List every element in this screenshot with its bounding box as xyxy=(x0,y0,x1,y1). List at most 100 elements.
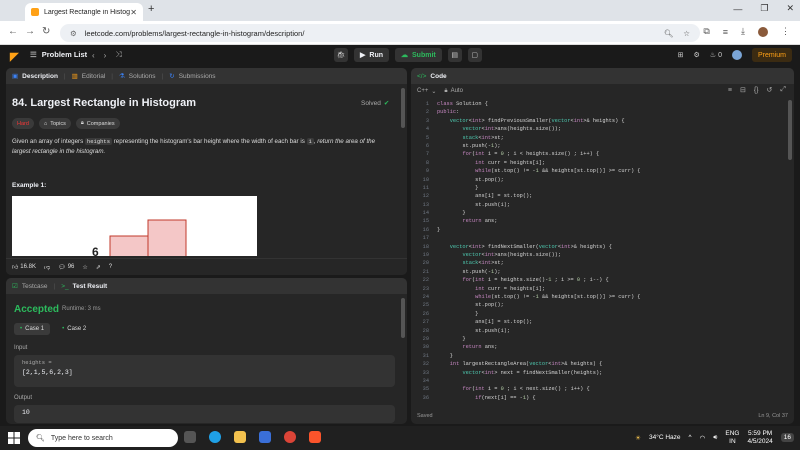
favorite-star-icon[interactable]: ☆ xyxy=(82,264,87,271)
browser-tab[interactable]: Largest Rectangle in Histogram ✕ xyxy=(25,3,143,21)
code-line: 22 for(int i = heights.size()-1 ; i >= 0… xyxy=(411,276,789,284)
run-button[interactable]: ▶ Run xyxy=(354,48,389,62)
show-hidden-icons-icon[interactable]: ^ xyxy=(689,434,692,441)
taskbar-search[interactable]: 🔍︎ Type here to search xyxy=(28,429,178,447)
language-indicator[interactable]: ENG IN xyxy=(725,430,739,446)
submit-button[interactable]: ☁ Submit xyxy=(395,48,442,62)
close-tab-icon[interactable]: ✕ xyxy=(130,8,137,17)
site-info-icon[interactable]: ⚙ xyxy=(70,29,77,38)
tab-testcase[interactable]: Testcase xyxy=(22,283,48,290)
tab-code[interactable]: Code xyxy=(430,73,446,80)
share-icon[interactable]: ⇗ xyxy=(96,264,101,271)
extensions-icon[interactable]: ⧉ xyxy=(703,26,709,37)
streak-counter[interactable]: ♨ 0 xyxy=(710,51,722,60)
shuffle-icon[interactable]: ⤨ xyxy=(115,50,121,60)
browser-menu-icon[interactable]: ⋮ xyxy=(781,26,790,37)
edge-icon[interactable] xyxy=(209,431,221,443)
prev-problem-icon[interactable]: ‹ xyxy=(92,51,95,60)
layout-icon[interactable]: ⊞ xyxy=(678,51,684,59)
code-footer: Saved Ln 9, Col 37 xyxy=(411,408,794,424)
line-number: 4 xyxy=(425,126,429,133)
close-window-icon[interactable]: ✕ xyxy=(786,3,794,14)
help-icon[interactable]: ? xyxy=(109,264,112,270)
url-text: leetcode.com/problems/largest-rectangle-… xyxy=(84,28,305,38)
lang-line-2: IN xyxy=(729,437,736,445)
debug-icon[interactable]: 🐞︎ xyxy=(334,48,348,62)
maximize-icon[interactable]: ❐ xyxy=(760,3,768,14)
like-button[interactable]: 👍︎ 16.8K xyxy=(12,263,36,271)
brave-icon[interactable] xyxy=(309,431,321,443)
next-problem-icon[interactable]: › xyxy=(104,51,107,60)
reload-icon[interactable]: ↻ xyxy=(42,26,50,37)
task-view-icon[interactable] xyxy=(184,431,196,443)
clock-date: 4/5/2024 xyxy=(747,437,773,445)
settings-gear-icon[interactable]: ⚙ xyxy=(694,51,700,59)
tab-submissions[interactable]: Submissions xyxy=(179,73,216,80)
fullscreen-icon[interactable]: ⤢ xyxy=(780,86,786,94)
tag-row: Hard ⌂ Topics 🔒︎ Companies xyxy=(12,118,120,129)
code-text: if(next[i] == -1) { xyxy=(475,394,536,401)
download-icon[interactable]: ⤓ xyxy=(741,26,745,37)
notification-badge[interactable]: 16 xyxy=(780,433,794,443)
code-editor[interactable]: 1 class Solution {2 public: 3 vector<int> f… xyxy=(411,100,789,408)
code-text: int largestRectangleArea(vector<int>& he… xyxy=(449,361,603,368)
language-select[interactable]: C++ ⌄ xyxy=(417,88,436,95)
topics-tag[interactable]: ⌂ Topics xyxy=(38,118,71,129)
tab-test-result[interactable]: Test Result xyxy=(73,283,108,290)
notes-icon[interactable]: ▤ xyxy=(447,48,462,62)
comments-icon[interactable]: ▢ xyxy=(467,48,482,62)
tab-editorial[interactable]: Editorial xyxy=(82,73,105,80)
code-text: st.pop(); xyxy=(437,176,504,183)
code-scrollbar[interactable] xyxy=(788,100,792,160)
case-2-button[interactable]: • Case 2 xyxy=(56,323,92,335)
reset-icon[interactable]: ↺ xyxy=(767,86,773,94)
description-scrollbar[interactable] xyxy=(401,88,405,128)
problem-description: Given an array of integers heights repre… xyxy=(12,137,387,156)
back-icon[interactable]: ← xyxy=(8,26,18,37)
reading-list-icon[interactable]: ≡ xyxy=(723,27,728,37)
forward-icon[interactable]: → xyxy=(25,26,35,37)
editorial-tab-icon: ▥ xyxy=(71,73,78,80)
companies-tag[interactable]: 🔒︎ Companies xyxy=(75,118,120,129)
solutions-tab-icon: ⚗ xyxy=(118,73,125,80)
code-line: 4 vector<int>ans(heights.size()); xyxy=(411,125,789,133)
code-text: st.push(i); xyxy=(437,327,511,334)
line-number: 14 xyxy=(422,210,429,217)
leetcode-logo-icon[interactable]: ◤ xyxy=(10,50,20,63)
histogram-image: 6 xyxy=(12,196,257,256)
minimize-icon[interactable]: — xyxy=(733,4,742,14)
tab-description[interactable]: Description xyxy=(22,73,58,80)
case-2-label: Case 2 xyxy=(67,326,87,332)
pass-dot-icon: • xyxy=(62,326,65,332)
user-avatar[interactable] xyxy=(731,50,742,60)
address-bar[interactable]: ⚙ leetcode.com/problems/largest-rectangl… xyxy=(60,24,700,42)
clock[interactable]: 5:59 PM 4/5/2024 xyxy=(747,430,772,446)
line-number: 20 xyxy=(422,260,429,267)
network-icon[interactable]: ◠ xyxy=(700,434,706,442)
mode-toggle[interactable]: 🔒︎ Auto xyxy=(444,88,463,95)
zoom-icon[interactable]: 🔍︎ xyxy=(664,29,674,38)
chrome-icon[interactable] xyxy=(284,431,296,443)
case-1-button[interactable]: • Case 1 xyxy=(14,323,51,335)
comment-button[interactable]: 💬︎ 96 xyxy=(58,264,74,271)
profile-avatar[interactable] xyxy=(758,26,768,37)
thumbs-down-icon[interactable]: 👎︎ xyxy=(44,263,50,271)
mail-icon[interactable] xyxy=(259,431,271,443)
problem-list-link[interactable]: ☰ Problem List xyxy=(30,50,87,59)
code-line: 29 } xyxy=(411,335,789,343)
windows-start-icon[interactable] xyxy=(8,432,20,444)
new-tab-icon[interactable]: + xyxy=(148,3,154,15)
bookmark-star-icon[interactable]: ☆ xyxy=(683,29,690,38)
code-text: int curr = heights[i]; xyxy=(475,159,546,166)
volume-icon[interactable]: 🔊︎ xyxy=(713,434,717,442)
test-scrollbar[interactable] xyxy=(401,298,405,338)
code-text: st.push(i); xyxy=(437,201,511,208)
weather-text[interactable]: 34°C Haze xyxy=(649,434,681,441)
line-number: 33 xyxy=(422,369,429,376)
tab-solutions[interactable]: Solutions xyxy=(129,73,156,80)
premium-button[interactable]: Premium xyxy=(751,48,792,62)
bookmark-icon[interactable]: ⊟ xyxy=(740,86,746,94)
braces-icon[interactable]: {} xyxy=(754,87,759,94)
file-explorer-icon[interactable] xyxy=(234,431,246,443)
format-icon[interactable]: ≡ xyxy=(728,87,732,94)
